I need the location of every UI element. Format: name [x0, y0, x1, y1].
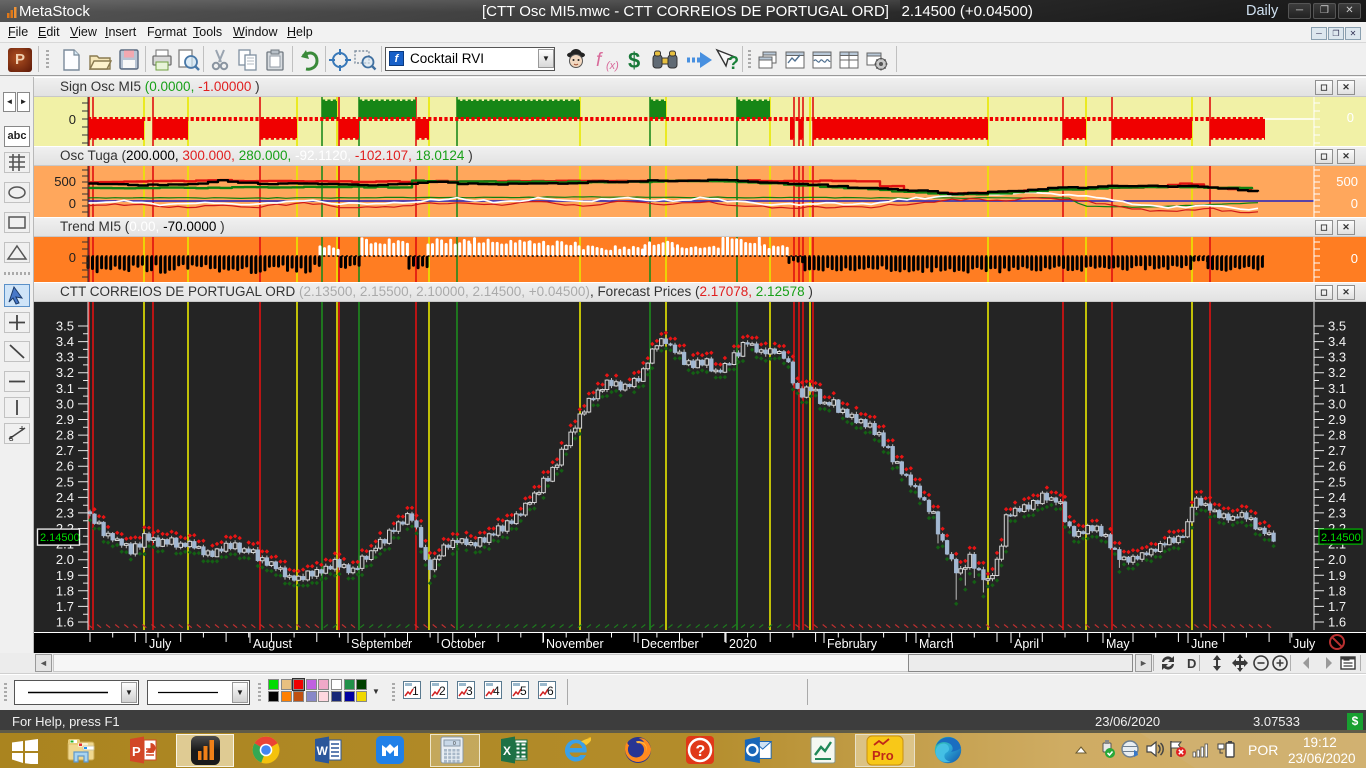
svg-text:2.14500: 2.14500: [40, 532, 80, 544]
svg-text:July: July: [149, 637, 172, 651]
svg-text:September: September: [351, 637, 412, 651]
svg-text:500: 500: [1336, 174, 1358, 189]
svg-text:0: 0: [1347, 110, 1354, 125]
svg-text:2.14500: 2.14500: [1321, 532, 1361, 544]
svg-text:2.0: 2.0: [56, 552, 74, 567]
svg-text:3.4: 3.4: [56, 334, 74, 349]
svg-text:2.6: 2.6: [1328, 459, 1346, 474]
svg-text:October: October: [441, 637, 485, 651]
svg-text:0: 0: [1351, 196, 1358, 211]
svg-text:3.4: 3.4: [1328, 334, 1346, 349]
svg-text:2.5: 2.5: [1328, 474, 1346, 489]
svg-text:?: ?: [696, 743, 706, 760]
svg-text:3.5: 3.5: [56, 319, 74, 334]
svg-text:$: $: [628, 48, 640, 73]
svg-text:1.9: 1.9: [1328, 568, 1346, 583]
svg-text:3.1: 3.1: [1328, 381, 1346, 396]
svg-text:July: July: [1293, 637, 1316, 651]
svg-text:0: 0: [453, 741, 456, 747]
svg-text:0: 0: [69, 196, 76, 211]
svg-text:1.7: 1.7: [1328, 599, 1346, 614]
svg-text:3.3: 3.3: [56, 350, 74, 365]
svg-text:3.5: 3.5: [1328, 319, 1346, 334]
svg-text:2.8: 2.8: [56, 428, 74, 443]
svg-text:2.7: 2.7: [56, 443, 74, 458]
svg-text:f: f: [596, 50, 603, 71]
svg-text:0: 0: [69, 250, 76, 265]
svg-text:3.2: 3.2: [1328, 365, 1346, 380]
svg-text:?: ?: [728, 53, 739, 73]
svg-text:1.9: 1.9: [56, 568, 74, 583]
svg-text:2.3: 2.3: [1328, 505, 1346, 520]
svg-text:1.8: 1.8: [1328, 583, 1346, 598]
svg-text:2020: 2020: [729, 637, 757, 651]
svg-text:March: March: [919, 637, 954, 651]
svg-text:November: November: [546, 637, 604, 651]
svg-text:3.0: 3.0: [1328, 396, 1346, 411]
svg-text:X: X: [503, 744, 511, 758]
svg-text:2.7: 2.7: [1328, 443, 1346, 458]
svg-text:February: February: [827, 637, 878, 651]
svg-text:2.4: 2.4: [56, 490, 74, 505]
svg-text:P: P: [132, 744, 141, 759]
svg-text:December: December: [641, 637, 699, 651]
svg-text:2.6: 2.6: [56, 459, 74, 474]
svg-text:D: D: [1187, 656, 1196, 671]
svg-text:2.0: 2.0: [1328, 552, 1346, 567]
svg-text:June: June: [1191, 637, 1218, 651]
svg-text:Pro: Pro: [872, 748, 894, 763]
svg-text:May: May: [1106, 637, 1130, 651]
svg-text:3.2: 3.2: [56, 365, 74, 380]
svg-text:August: August: [253, 637, 292, 651]
svg-text:2.3: 2.3: [56, 505, 74, 520]
svg-text:0: 0: [1351, 251, 1358, 266]
svg-text:3.0: 3.0: [56, 396, 74, 411]
svg-text:W: W: [317, 744, 329, 758]
svg-text:3.3: 3.3: [1328, 350, 1346, 365]
svg-text:1.7: 1.7: [56, 599, 74, 614]
svg-text:3.1: 3.1: [56, 381, 74, 396]
svg-text:s: s: [9, 433, 14, 443]
svg-text:2.4: 2.4: [1328, 490, 1346, 505]
svg-text:0: 0: [69, 112, 76, 127]
svg-text:1.8: 1.8: [56, 583, 74, 598]
svg-text:2.8: 2.8: [1328, 428, 1346, 443]
svg-text:2.9: 2.9: [56, 412, 74, 427]
svg-text:April: April: [1014, 637, 1039, 651]
svg-text:1.6: 1.6: [1328, 615, 1346, 630]
svg-text:(x): (x): [606, 60, 619, 72]
svg-text:1.6: 1.6: [56, 615, 74, 630]
svg-text:500: 500: [54, 174, 76, 189]
svg-text:2.9: 2.9: [1328, 412, 1346, 427]
svg-text:2.5: 2.5: [56, 474, 74, 489]
